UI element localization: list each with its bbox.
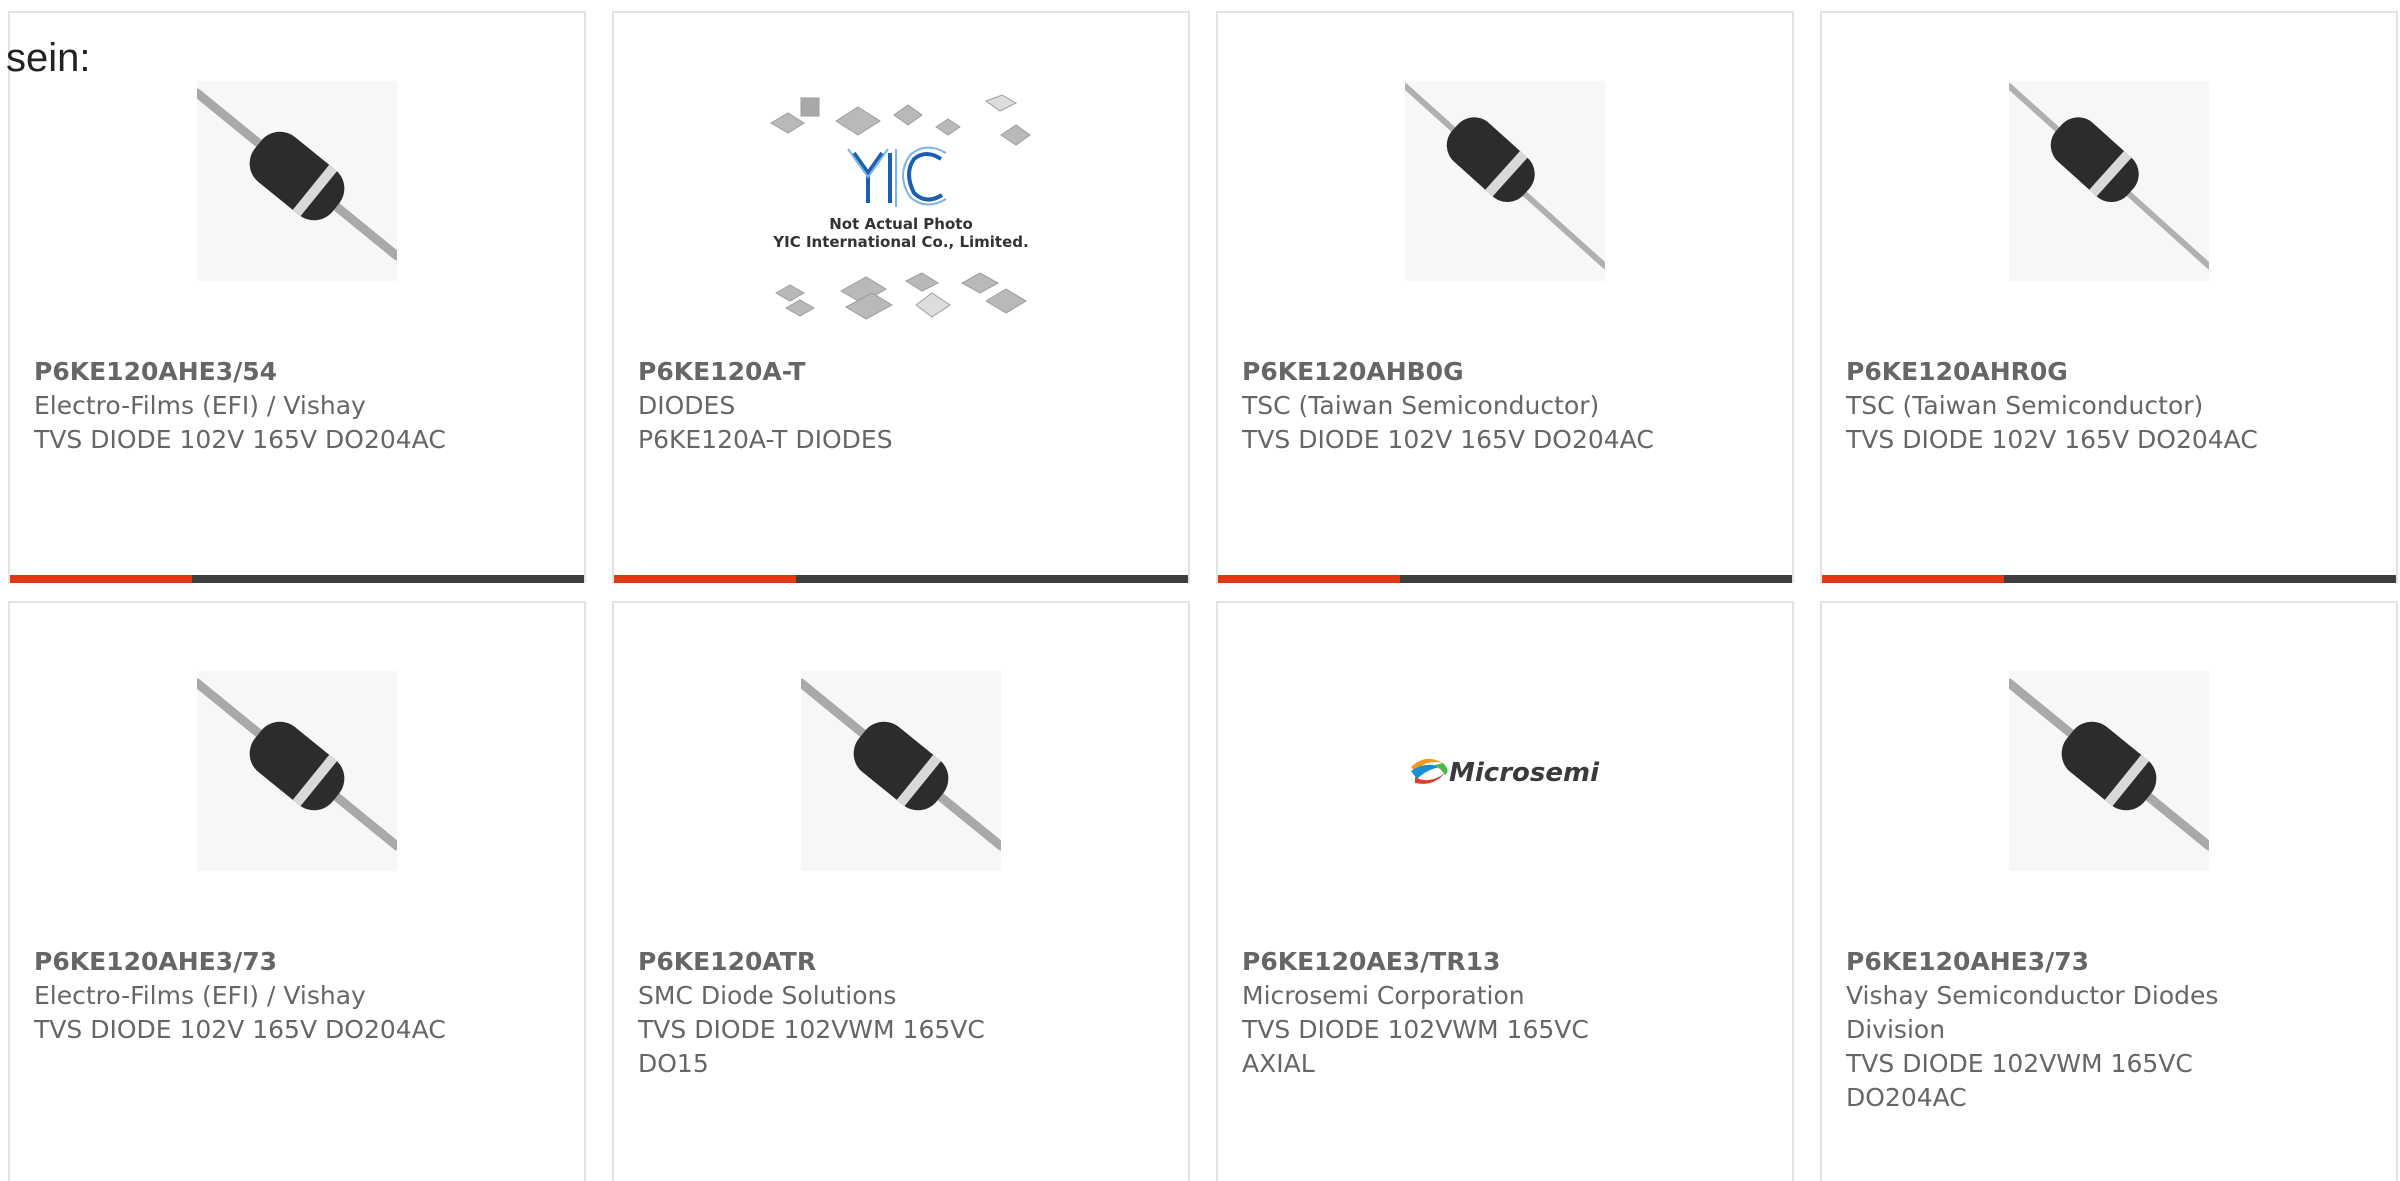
manufacturer: Vishay Semiconductor Diodes Division bbox=[1846, 981, 2219, 1044]
description: TVS DIODE 102VWM 165VC DO204AC bbox=[1846, 1049, 2193, 1112]
product-card[interactable]: P6KE120AHE3/54 Electro-Films (EFI) / Vis… bbox=[8, 11, 586, 583]
part-number-link[interactable]: P6KE120AHB0G bbox=[1242, 355, 1772, 389]
product-info: P6KE120A-T DIODES P6KE120A-T DIODES bbox=[638, 355, 1168, 457]
axial-diode-image bbox=[1405, 81, 1605, 281]
product-card[interactable]: P6KE120AHR0G TSC (Taiwan Semiconductor) … bbox=[1820, 11, 2398, 583]
not-actual-photo-image: Not Actual Photo YIC International Co., … bbox=[766, 93, 1036, 333]
product-card[interactable]: P6KE120AHE3/73 Electro-Films (EFI) / Vis… bbox=[8, 601, 586, 1181]
product-card[interactable]: P6KE120AHE3/73 Vishay Semiconductor Diod… bbox=[1820, 601, 2398, 1181]
product-info: P6KE120ATR SMC Diode Solutions TVS DIODE… bbox=[638, 945, 1168, 1081]
card-accent-bar bbox=[1218, 575, 1400, 583]
description: TVS DIODE 102V 165V DO204AC bbox=[34, 1015, 446, 1044]
product-info: P6KE120AHE3/73 Electro-Films (EFI) / Vis… bbox=[34, 945, 564, 1047]
image-caption-line-1: Not Actual Photo bbox=[829, 215, 973, 233]
manufacturer: Microsemi Corporation bbox=[1242, 981, 1525, 1010]
manufacturer: SMC Diode Solutions bbox=[638, 981, 897, 1010]
description: TVS DIODE 102VWM 165VC DO15 bbox=[638, 1015, 985, 1078]
part-number-link[interactable]: P6KE120A-T bbox=[638, 355, 1168, 389]
description: TVS DIODE 102V 165V DO204AC bbox=[1846, 425, 2258, 454]
manufacturer: Electro-Films (EFI) / Vishay bbox=[34, 391, 366, 420]
product-info: P6KE120AHB0G TSC (Taiwan Semiconductor) … bbox=[1242, 355, 1772, 457]
axial-diode-image bbox=[2009, 81, 2209, 281]
card-bottom-bar bbox=[10, 575, 584, 583]
description: P6KE120A-T DIODES bbox=[638, 425, 893, 454]
description: TVS DIODE 102VWM 165VC AXIAL bbox=[1242, 1015, 1589, 1078]
part-number-link[interactable]: P6KE120AHR0G bbox=[1846, 355, 2376, 389]
card-bottom-bar bbox=[1822, 575, 2396, 583]
product-info: P6KE120AHE3/73 Vishay Semiconductor Diod… bbox=[1846, 945, 2376, 1115]
manufacturer: TSC (Taiwan Semiconductor) bbox=[1242, 391, 1600, 420]
part-number-link[interactable]: P6KE120AHE3/73 bbox=[34, 945, 564, 979]
description: TVS DIODE 102V 165V DO204AC bbox=[34, 425, 446, 454]
card-bottom-bar bbox=[1218, 575, 1792, 583]
card-accent-bar bbox=[1822, 575, 2004, 583]
product-info: P6KE120AE3/TR13 Microsemi Corporation TV… bbox=[1242, 945, 1772, 1081]
product-card[interactable]: P6KE120ATR SMC Diode Solutions TVS DIODE… bbox=[612, 601, 1190, 1181]
axial-diode-image bbox=[197, 671, 397, 871]
microsemi-logo-text: Microsemi bbox=[1449, 758, 1600, 788]
image-caption-line-2: YIC International Co., Limited. bbox=[772, 233, 1028, 251]
axial-diode-image bbox=[2009, 671, 2209, 871]
product-card[interactable]: P6KE120AHB0G TSC (Taiwan Semiconductor) … bbox=[1216, 11, 1794, 583]
product-info: P6KE120AHR0G TSC (Taiwan Semiconductor) … bbox=[1846, 355, 2376, 457]
product-card[interactable]: Microsemi P6KE120AE3/TR13 Microsemi Corp… bbox=[1216, 601, 1794, 1181]
product-grid: P6KE120AHE3/54 Electro-Films (EFI) / Vis… bbox=[8, 11, 2400, 1181]
product-info: P6KE120AHE3/54 Electro-Films (EFI) / Vis… bbox=[34, 355, 564, 457]
card-accent-bar bbox=[614, 575, 796, 583]
card-bottom-bar bbox=[614, 575, 1188, 583]
manufacturer: TSC (Taiwan Semiconductor) bbox=[1846, 391, 2204, 420]
card-accent-bar bbox=[10, 575, 192, 583]
part-number-link[interactable]: P6KE120ATR bbox=[638, 945, 1168, 979]
manufacturer: Electro-Films (EFI) / Vishay bbox=[34, 981, 366, 1010]
part-number-link[interactable]: P6KE120AHE3/73 bbox=[1846, 945, 2376, 979]
axial-diode-image bbox=[197, 81, 397, 281]
part-number-link[interactable]: P6KE120AE3/TR13 bbox=[1242, 945, 1772, 979]
axial-diode-image bbox=[801, 671, 1001, 871]
product-card[interactable]: Not Actual Photo YIC International Co., … bbox=[612, 11, 1190, 583]
manufacturer: DIODES bbox=[638, 391, 736, 420]
description: TVS DIODE 102V 165V DO204AC bbox=[1242, 425, 1654, 454]
part-number-link[interactable]: P6KE120AHE3/54 bbox=[34, 355, 564, 389]
microsemi-logo-image: Microsemi bbox=[1405, 671, 1605, 871]
lead-text: sein: bbox=[6, 36, 91, 80]
